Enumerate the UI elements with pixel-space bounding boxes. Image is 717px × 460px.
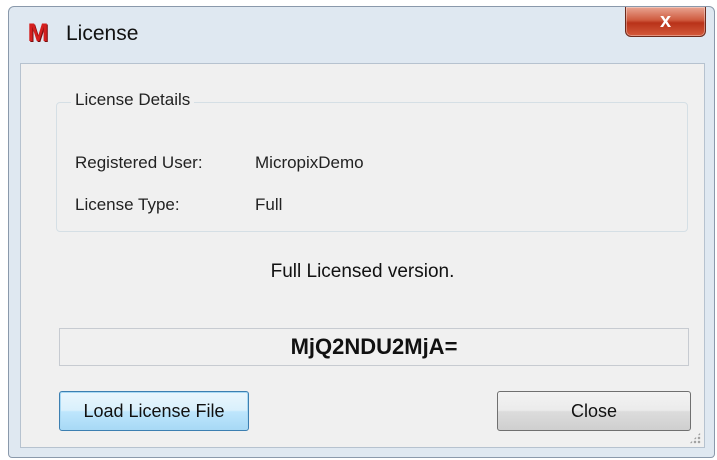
close-button[interactable]: Close: [497, 391, 691, 431]
close-icon: x: [659, 10, 672, 32]
registered-user-label: Registered User:: [75, 153, 203, 172]
app-logo-icon: M: [27, 19, 49, 47]
resize-grip-icon[interactable]: [689, 432, 701, 444]
license-type-label: License Type:: [75, 195, 180, 214]
window-close-button[interactable]: x: [625, 7, 706, 37]
license-status-text: Full Licensed version.: [270, 261, 455, 282]
license-key-text: MjQ2NDU2MjA=: [290, 334, 458, 359]
license-dialog: M License x License Details Registered U…: [8, 6, 715, 458]
close-button-label: Close: [570, 400, 618, 421]
title-bar[interactable]: M License x: [9, 7, 714, 63]
window-title: License: [66, 22, 139, 45]
license-type-value: Full: [255, 195, 283, 214]
dialog-body: License Details Registered User: Micropi…: [20, 63, 705, 448]
registered-user-value: MicropixDemo: [255, 153, 364, 172]
license-key-display: MjQ2NDU2MjA=: [59, 328, 689, 366]
load-license-file-button[interactable]: Load License File: [59, 391, 249, 431]
load-license-file-label: Load License File: [83, 400, 225, 421]
group-title: License Details: [71, 90, 195, 110]
